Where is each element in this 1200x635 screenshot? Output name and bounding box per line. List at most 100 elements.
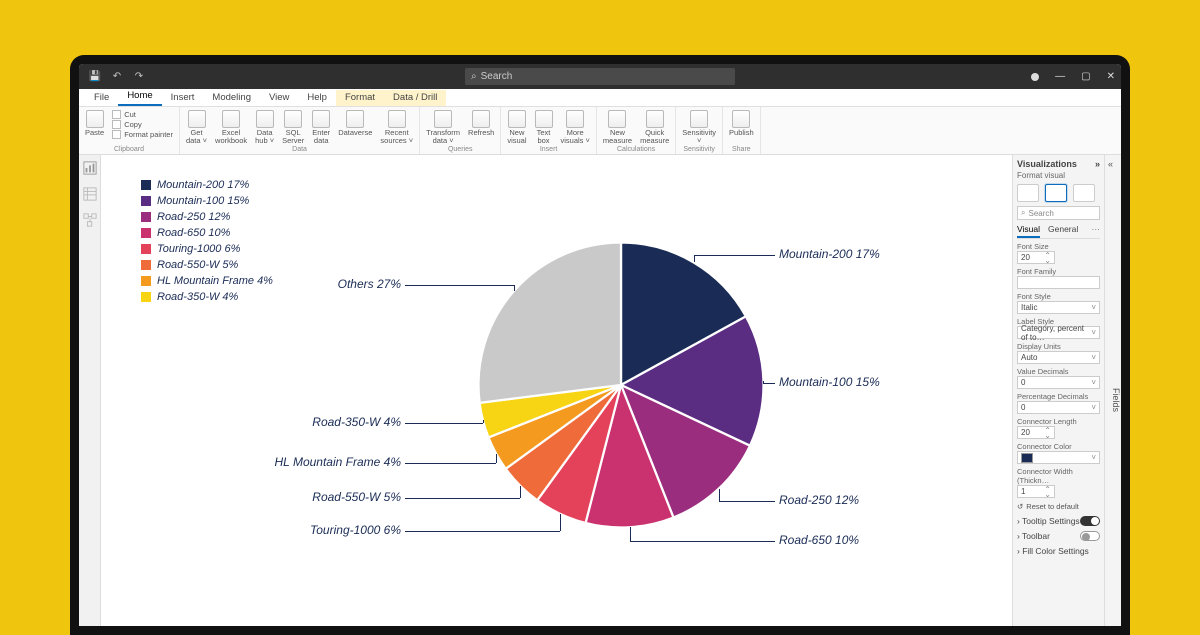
workspace: Mountain-200 17%Mountain-100 15%Road-250… [79, 155, 1121, 626]
prop-percentage-decimals: Percentage Decimals0˅ [1017, 392, 1100, 414]
legend-item: Road-350-W 4% [141, 291, 273, 303]
vis-search[interactable]: ⌕ Search [1017, 206, 1100, 220]
menutab-view[interactable]: View [260, 90, 298, 106]
ribbon-excel-button[interactable]: Excelworkbook [215, 110, 247, 145]
build-visual-icon[interactable] [1017, 184, 1039, 202]
enter-icon [312, 110, 330, 128]
save-icon[interactable]: 💾 [89, 71, 101, 83]
ribbon-group-sensitivity: Sensitivity˅Sensitivity [676, 107, 723, 154]
prop-input[interactable]: 0˅ [1017, 376, 1100, 389]
search-icon: ⌕ [471, 71, 477, 82]
prop-input[interactable]: Category, percent of to…˅ [1017, 326, 1100, 339]
report-view-icon[interactable] [83, 161, 97, 175]
ribbon-textbox-button[interactable]: Textbox [535, 110, 553, 145]
ribbon-copy-button[interactable]: Copy [112, 120, 173, 129]
prop-font-family: Font Family [1017, 267, 1100, 289]
ribbon-group-share: PublishShare [723, 107, 761, 154]
model-view-icon[interactable] [83, 213, 97, 227]
get-data-icon [188, 110, 206, 128]
report-canvas[interactable]: Mountain-200 17%Mountain-100 15%Road-250… [101, 155, 1012, 626]
legend-item: HL Mountain Frame 4% [141, 275, 273, 287]
pie-slice-others[interactable] [478, 243, 621, 403]
toggle-toolbar[interactable]: › Toolbar [1017, 531, 1100, 541]
menutab-help[interactable]: Help [298, 90, 336, 106]
callout-label: Mountain-200 17% [779, 247, 880, 261]
reset-to-default[interactable]: ↺ Reset to default [1017, 502, 1100, 511]
menutab-insert[interactable]: Insert [162, 90, 204, 106]
ribbon-transform-button[interactable]: Transformdata ˅ [426, 110, 460, 145]
maximize-icon[interactable]: ▢ [1081, 71, 1090, 82]
ribbon-tabs: FileHomeInsertModelingViewHelpFormatData… [79, 89, 1121, 107]
callout-label: Road-650 10% [779, 533, 859, 547]
data-view-icon[interactable] [83, 187, 97, 201]
prop-font-size: Font Size20⌃⌄ [1017, 242, 1100, 264]
textbox-icon [535, 110, 553, 128]
ribbon-sensitivity-button[interactable]: Sensitivity˅ [682, 110, 716, 145]
prop-input[interactable]: Auto˅ [1017, 351, 1100, 364]
ribbon-publish-button[interactable]: Publish [729, 110, 754, 137]
tab-visual[interactable]: Visual [1017, 224, 1040, 238]
menutab-modeling[interactable]: Modeling [203, 90, 260, 106]
fields-pane-collapsed[interactable]: « Fields [1104, 155, 1121, 626]
ribbon-paste-button[interactable]: Paste [85, 110, 104, 137]
account-avatar-icon[interactable] [1031, 73, 1039, 81]
menutab-file[interactable]: File [85, 90, 118, 106]
close-icon[interactable]: ✕ [1107, 71, 1115, 82]
pie-chart: Mountain-200 17%Mountain-100 15%Road-250… [431, 225, 811, 565]
prop-input[interactable]: ˅ [1017, 451, 1100, 464]
fill-color-settings[interactable]: › Fill Color Settings [1017, 546, 1100, 556]
more-icon[interactable]: ⋯ [1092, 224, 1101, 238]
ribbon-recent-button[interactable]: Recentsources ˅ [380, 110, 413, 145]
search-placeholder: Search [481, 71, 513, 82]
ribbon-dataverse-button[interactable]: Dataverse [338, 110, 372, 137]
prop-input[interactable]: Italic˅ [1017, 301, 1100, 314]
menutab-data-drill[interactable]: Data / Drill [384, 90, 446, 106]
ribbon-morevisuals-button[interactable]: Morevisuals ˅ [561, 110, 590, 145]
callout-label: Road-550-W 5% [312, 490, 401, 504]
datahub-icon [256, 110, 274, 128]
prop-input[interactable]: 0˅ [1017, 401, 1100, 414]
legend-item: Road-250 12% [141, 211, 273, 223]
ribbon-enter-button[interactable]: Enterdata [312, 110, 330, 145]
ribbon-sql-button[interactable]: SQLServer [282, 110, 304, 145]
ribbon-quickmeasure-button[interactable]: Quickmeasure [640, 110, 669, 145]
prop-font-style: Font StyleItalic˅ [1017, 292, 1100, 314]
format-visual-icon[interactable] [1045, 184, 1067, 202]
quickmeasure-icon [646, 110, 664, 128]
prop-input[interactable] [1017, 276, 1100, 289]
undo-icon[interactable]: ↶ [111, 71, 123, 83]
vis-title: Visualizations [1017, 159, 1077, 169]
morevisuals-icon [566, 110, 584, 128]
chart-legend: Mountain-200 17%Mountain-100 15%Road-250… [141, 179, 273, 307]
ribbon-newvisual-button[interactable]: Newvisual [507, 110, 526, 145]
refresh-icon [472, 110, 490, 128]
prop-label-style: Label StyleCategory, percent of to…˅ [1017, 317, 1100, 339]
redo-icon[interactable]: ↷ [133, 71, 145, 83]
analytics-icon[interactable] [1073, 184, 1095, 202]
laptop-frame: 💾 ↶ ↷ ⌕ Search — ▢ ✕ FileHomeInsertModel… [70, 55, 1130, 635]
callout-label: Others 27% [338, 277, 401, 291]
menutab-format[interactable]: Format [336, 90, 384, 106]
toggle-tooltip-settings[interactable]: › Tooltip Settings [1017, 516, 1100, 526]
prop-input[interactable]: 20⌃⌄ [1017, 426, 1055, 439]
expand-icon[interactable]: « [1108, 159, 1113, 169]
ribbon-format-painter-button[interactable]: Format painter [112, 130, 173, 139]
tab-general[interactable]: General [1048, 224, 1078, 238]
menutab-home[interactable]: Home [118, 88, 161, 106]
paste-icon [86, 110, 104, 128]
ribbon-group-data: Getdata ˅ Excelworkbook Datahub ˅ SQLServer… [180, 107, 420, 154]
ribbon-refresh-button[interactable]: Refresh [468, 110, 494, 137]
collapse-icon[interactable]: » [1095, 159, 1100, 169]
callout-label: Road-350-W 4% [312, 415, 401, 429]
titlebar-search[interactable]: ⌕ Search [465, 68, 735, 85]
ribbon-group-clipboard: PasteCutCopyFormat painterClipboard [79, 107, 180, 154]
prop-input[interactable]: 1⌃⌄ [1017, 485, 1055, 498]
ribbon-get-data-button[interactable]: Getdata ˅ [186, 110, 207, 145]
sql-icon [284, 110, 302, 128]
prop-input[interactable]: 20⌃⌄ [1017, 251, 1055, 264]
ribbon-newmeasure-button[interactable]: Newmeasure [603, 110, 632, 145]
ribbon-datahub-button[interactable]: Datahub ˅ [255, 110, 274, 145]
minimize-icon[interactable]: — [1055, 71, 1065, 82]
prop-connector-color: Connector Color˅ [1017, 442, 1100, 464]
ribbon-cut-button[interactable]: Cut [112, 110, 173, 119]
